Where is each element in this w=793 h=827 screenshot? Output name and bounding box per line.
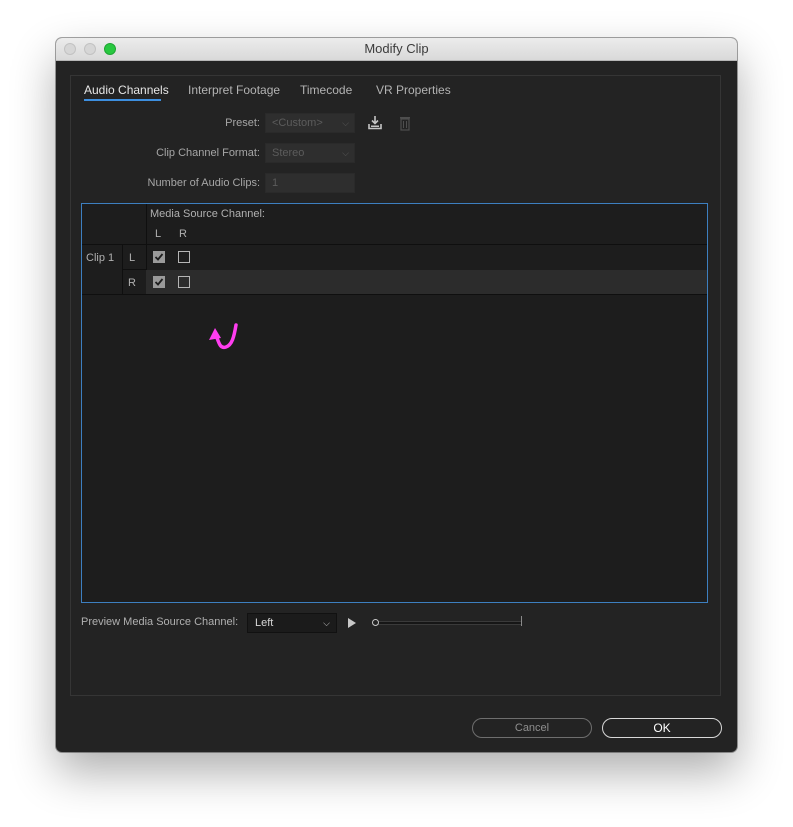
selected-row-highlight [146,270,707,294]
chevron-down-icon: ⌵ [323,618,330,628]
tab-interpret-footage[interactable]: Interpret Footage [188,83,280,97]
checkbox-clip1-l-source-l[interactable] [153,251,165,263]
preset-value: <Custom> [272,117,323,129]
number-of-audio-clips-field[interactable]: 1 [265,173,355,193]
ok-button[interactable]: OK [602,718,722,738]
preview-channel-value: Left [255,617,274,629]
channel-mapping-grid: Media Source Channel: L R Clip 1 L R [81,203,708,603]
chevron-down-icon: ⌵ [342,118,349,128]
row-label-r: R [128,277,136,289]
cancel-button[interactable]: Cancel [472,718,592,738]
scrub-end-marker [521,616,522,626]
number-of-audio-clips-value: 1 [272,177,279,189]
clip-channel-format-label: Clip Channel Format: [156,147,260,159]
title-bar: Modify Clip [56,38,737,61]
modify-clip-dialog: Modify Clip Audio Channels Interpret Foo… [56,38,737,752]
chevron-down-icon: ⌵ [342,148,349,158]
column-header-l: L [155,228,162,240]
download-tray-icon[interactable] [367,115,383,131]
number-of-audio-clips-label: Number of Audio Clips: [147,177,261,189]
preset-label: Preset: [225,117,260,129]
window-title: Modify Clip [364,41,429,56]
column-header-r: R [179,228,187,240]
preview-scrub-handle[interactable] [372,619,379,626]
grid-divider [82,244,707,245]
trash-icon[interactable] [397,115,413,131]
grid-divider [82,294,707,295]
row-label-l: L [129,252,136,264]
clip-channel-format-dropdown[interactable]: Stereo ⌵ [265,143,355,163]
preset-dropdown[interactable]: <Custom> ⌵ [265,113,355,133]
checkbox-clip1-l-source-r[interactable] [178,251,190,263]
checkbox-clip1-r-source-r[interactable] [178,276,190,288]
checkbox-clip1-r-source-l[interactable] [153,276,165,288]
media-source-channel-header: Media Source Channel: [150,208,265,220]
grid-divider [122,269,146,270]
tab-timecode[interactable]: Timecode [300,83,352,97]
active-tab-indicator [84,99,161,101]
play-icon[interactable] [348,618,356,628]
preview-media-source-channel-label: Preview Media Source Channel: [81,616,239,628]
clip-1-label: Clip 1 [86,252,115,264]
tab-vr-properties[interactable]: VR Properties [376,83,451,97]
tab-audio-channels[interactable]: Audio Channels [84,83,169,97]
preview-scrub-track[interactable] [376,621,522,625]
preview-channel-dropdown[interactable]: Left ⌵ [247,613,337,633]
clip-channel-format-value: Stereo [272,147,305,159]
